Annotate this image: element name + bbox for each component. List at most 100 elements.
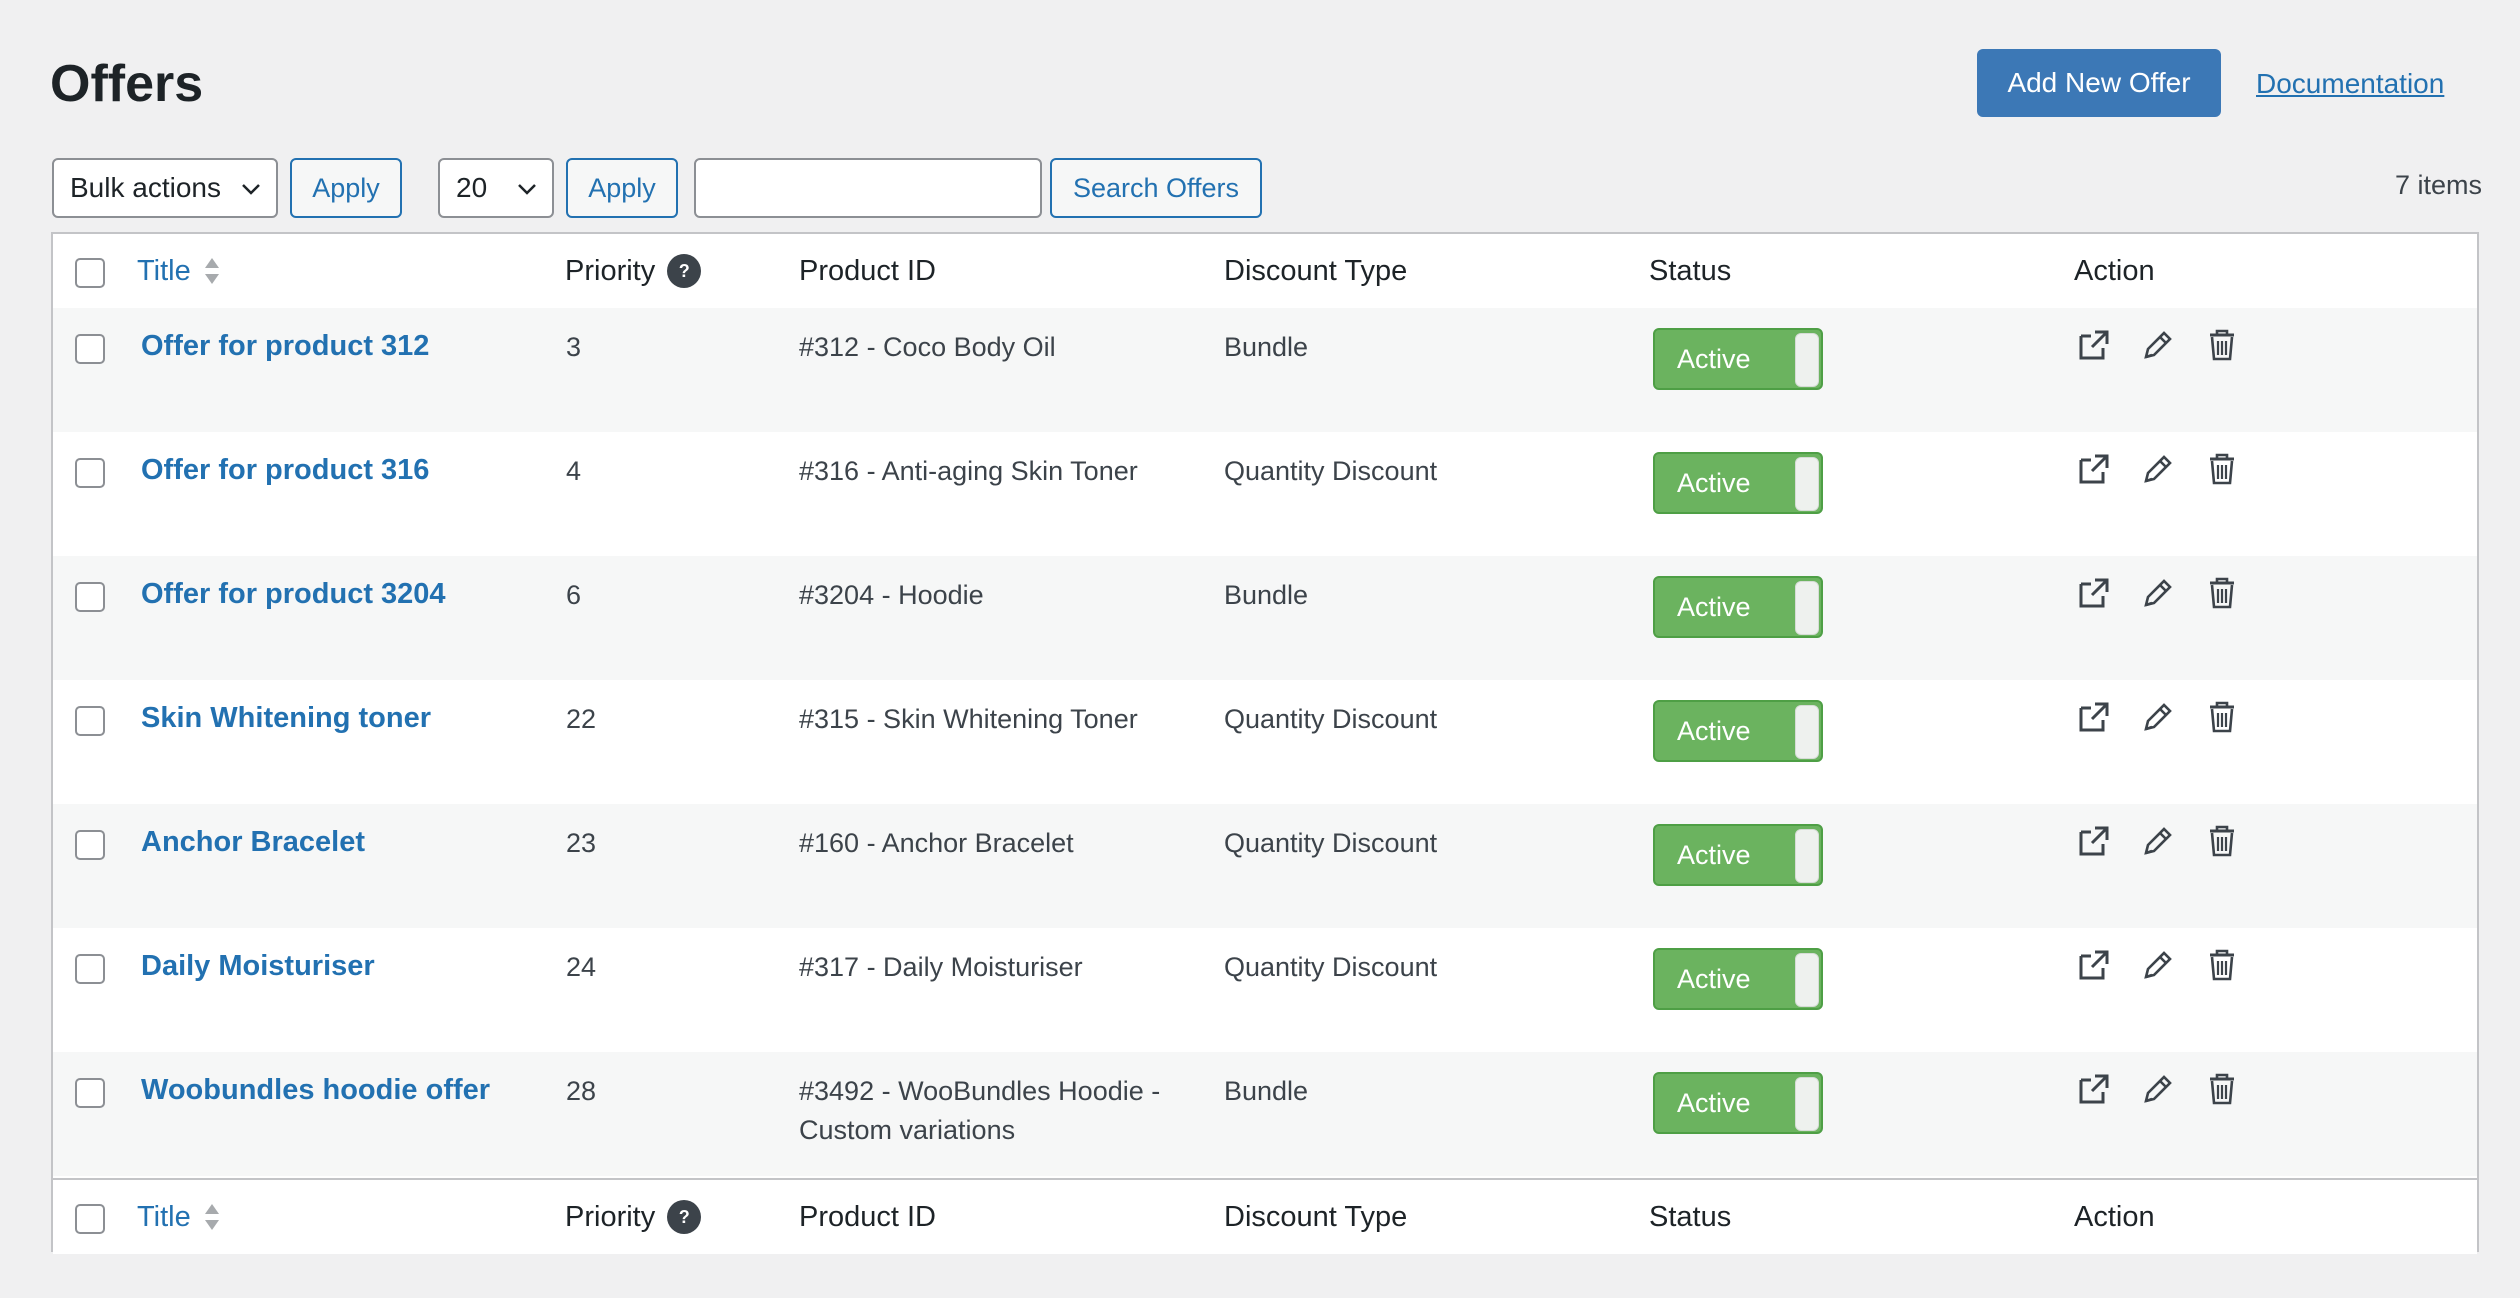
toggle-knob — [1795, 829, 1819, 883]
bulk-actions-value: Bulk actions — [70, 172, 221, 203]
trash-icon[interactable] — [2203, 574, 2241, 612]
per-page-apply-button[interactable]: Apply — [566, 158, 678, 218]
offer-title-link[interactable]: Daily Moisturiser — [141, 948, 375, 984]
column-title-label: Title — [137, 255, 191, 287]
column-action-footer: Action — [2074, 1201, 2155, 1233]
column-action: Action — [2074, 255, 2155, 287]
offer-title-link[interactable]: Woobundles hoodie offer — [141, 1072, 490, 1108]
search-input[interactable] — [694, 158, 1042, 218]
pencil-icon[interactable] — [2139, 574, 2177, 612]
product-id-value: #160 - Anchor Bracelet — [799, 828, 1074, 858]
offer-title-link[interactable]: Skin Whitening toner — [141, 700, 431, 736]
table-row: Offer for product 312 3 #312 - Coco Body O… — [53, 308, 2477, 432]
trash-icon[interactable] — [2203, 1070, 2241, 1108]
page-title: Offers — [50, 55, 204, 113]
status-label: Active — [1677, 468, 1751, 498]
per-page-select[interactable]: 20 — [438, 158, 554, 218]
row-checkbox[interactable] — [75, 458, 105, 488]
external-link-icon[interactable] — [2075, 698, 2113, 736]
discount-type-value: Quantity Discount — [1224, 828, 1438, 858]
offer-title-link[interactable]: Offer for product 312 — [141, 328, 429, 364]
chevron-down-icon — [242, 184, 260, 195]
column-priority-label: Priority — [565, 255, 656, 287]
discount-type-value: Quantity Discount — [1224, 704, 1438, 734]
status-label: Active — [1677, 840, 1751, 870]
table-toolbar: Bulk actions Apply 20 Apply Search Offer… — [52, 158, 2482, 220]
external-link-icon[interactable] — [2075, 326, 2113, 364]
external-link-icon[interactable] — [2075, 574, 2113, 612]
column-product-id: Product ID — [799, 255, 936, 287]
help-icon[interactable]: ? — [667, 1200, 702, 1234]
table-row: Skin Whitening toner 22 #315 - Skin Whiten… — [53, 680, 2477, 804]
external-link-icon[interactable] — [2075, 450, 2113, 488]
row-checkbox[interactable] — [75, 954, 105, 984]
table-row: Woobundles hoodie offer 28 #3492 - WooBund… — [53, 1052, 2477, 1176]
column-title-footer[interactable]: Title — [137, 1200, 221, 1234]
trash-icon[interactable] — [2203, 450, 2241, 488]
row-checkbox[interactable] — [75, 706, 105, 736]
priority-value: 22 — [566, 704, 597, 734]
table-footer: Title Priority ? Product ID Discount Typ… — [53, 1178, 2477, 1254]
status-toggle[interactable]: Active — [1653, 328, 1823, 390]
column-discount-type: Discount Type — [1224, 255, 1408, 287]
offer-title-link[interactable]: Offer for product 3204 — [141, 576, 446, 612]
help-icon[interactable]: ? — [667, 254, 702, 288]
status-toggle[interactable]: Active — [1653, 948, 1823, 1010]
row-checkbox[interactable] — [75, 1078, 105, 1108]
column-priority-footer: Priority ? — [565, 1200, 702, 1234]
discount-type-value: Bundle — [1224, 332, 1309, 362]
bulk-actions-select[interactable]: Bulk actions — [52, 158, 278, 218]
trash-icon[interactable] — [2203, 698, 2241, 736]
trash-icon[interactable] — [2203, 822, 2241, 860]
pencil-icon[interactable] — [2139, 698, 2177, 736]
discount-type-value: Quantity Discount — [1224, 456, 1438, 486]
priority-value: 3 — [566, 332, 582, 362]
documentation-link[interactable]: Documentation — [2256, 64, 2444, 104]
offer-title-link[interactable]: Anchor Bracelet — [141, 824, 365, 860]
offer-title-link[interactable]: Offer for product 316 — [141, 452, 429, 488]
add-new-offer-button[interactable]: Add New Offer — [1977, 49, 2221, 117]
status-toggle[interactable]: Active — [1653, 576, 1823, 638]
pencil-icon[interactable] — [2139, 326, 2177, 364]
priority-value: 24 — [566, 952, 597, 982]
column-priority: Priority ? — [565, 254, 702, 288]
pencil-icon[interactable] — [2139, 450, 2177, 488]
table-row: Anchor Bracelet 23 #160 - Anchor Bracelet Q… — [53, 804, 2477, 928]
search-offers-button[interactable]: Search Offers — [1050, 158, 1262, 218]
external-link-icon[interactable] — [2075, 946, 2113, 984]
table-row: Offer for product 316 4 #316 - Anti-aging … — [53, 432, 2477, 556]
column-title[interactable]: Title — [137, 254, 221, 288]
pencil-icon[interactable] — [2139, 946, 2177, 984]
status-toggle[interactable]: Active — [1653, 700, 1823, 762]
row-checkbox[interactable] — [75, 334, 105, 364]
column-product-id-footer: Product ID — [799, 1201, 936, 1233]
discount-type-value: Bundle — [1224, 580, 1309, 610]
table-row: Offer for product 3204 6 #3204 - Hoodie Bun… — [53, 556, 2477, 680]
row-checkbox[interactable] — [75, 830, 105, 860]
chevron-down-icon — [518, 184, 536, 195]
status-label: Active — [1677, 1088, 1751, 1118]
table-row: Daily Moisturiser 24 #317 - Daily Moisturi… — [53, 928, 2477, 1052]
pencil-icon[interactable] — [2139, 822, 2177, 860]
external-link-icon[interactable] — [2075, 822, 2113, 860]
toggle-knob — [1795, 1077, 1819, 1131]
table-header: Title Priority ? Product ID Discount Typ… — [53, 234, 2477, 310]
bulk-apply-button[interactable]: Apply — [290, 158, 402, 218]
sort-arrows-icon — [204, 258, 219, 284]
status-label: Active — [1677, 592, 1751, 622]
select-all-checkbox[interactable] — [75, 258, 105, 288]
toggle-knob — [1795, 953, 1819, 1007]
trash-icon[interactable] — [2203, 326, 2241, 364]
trash-icon[interactable] — [2203, 946, 2241, 984]
per-page-value: 20 — [456, 172, 488, 203]
row-checkbox[interactable] — [75, 582, 105, 612]
column-status-footer: Status — [1649, 1201, 1732, 1233]
product-id-value: #317 - Daily Moisturiser — [799, 952, 1083, 982]
toggle-knob — [1795, 333, 1819, 387]
status-toggle[interactable]: Active — [1653, 1072, 1823, 1134]
status-toggle[interactable]: Active — [1653, 824, 1823, 886]
status-toggle[interactable]: Active — [1653, 452, 1823, 514]
pencil-icon[interactable] — [2139, 1070, 2177, 1108]
external-link-icon[interactable] — [2075, 1070, 2113, 1108]
select-all-checkbox-footer[interactable] — [75, 1204, 105, 1234]
